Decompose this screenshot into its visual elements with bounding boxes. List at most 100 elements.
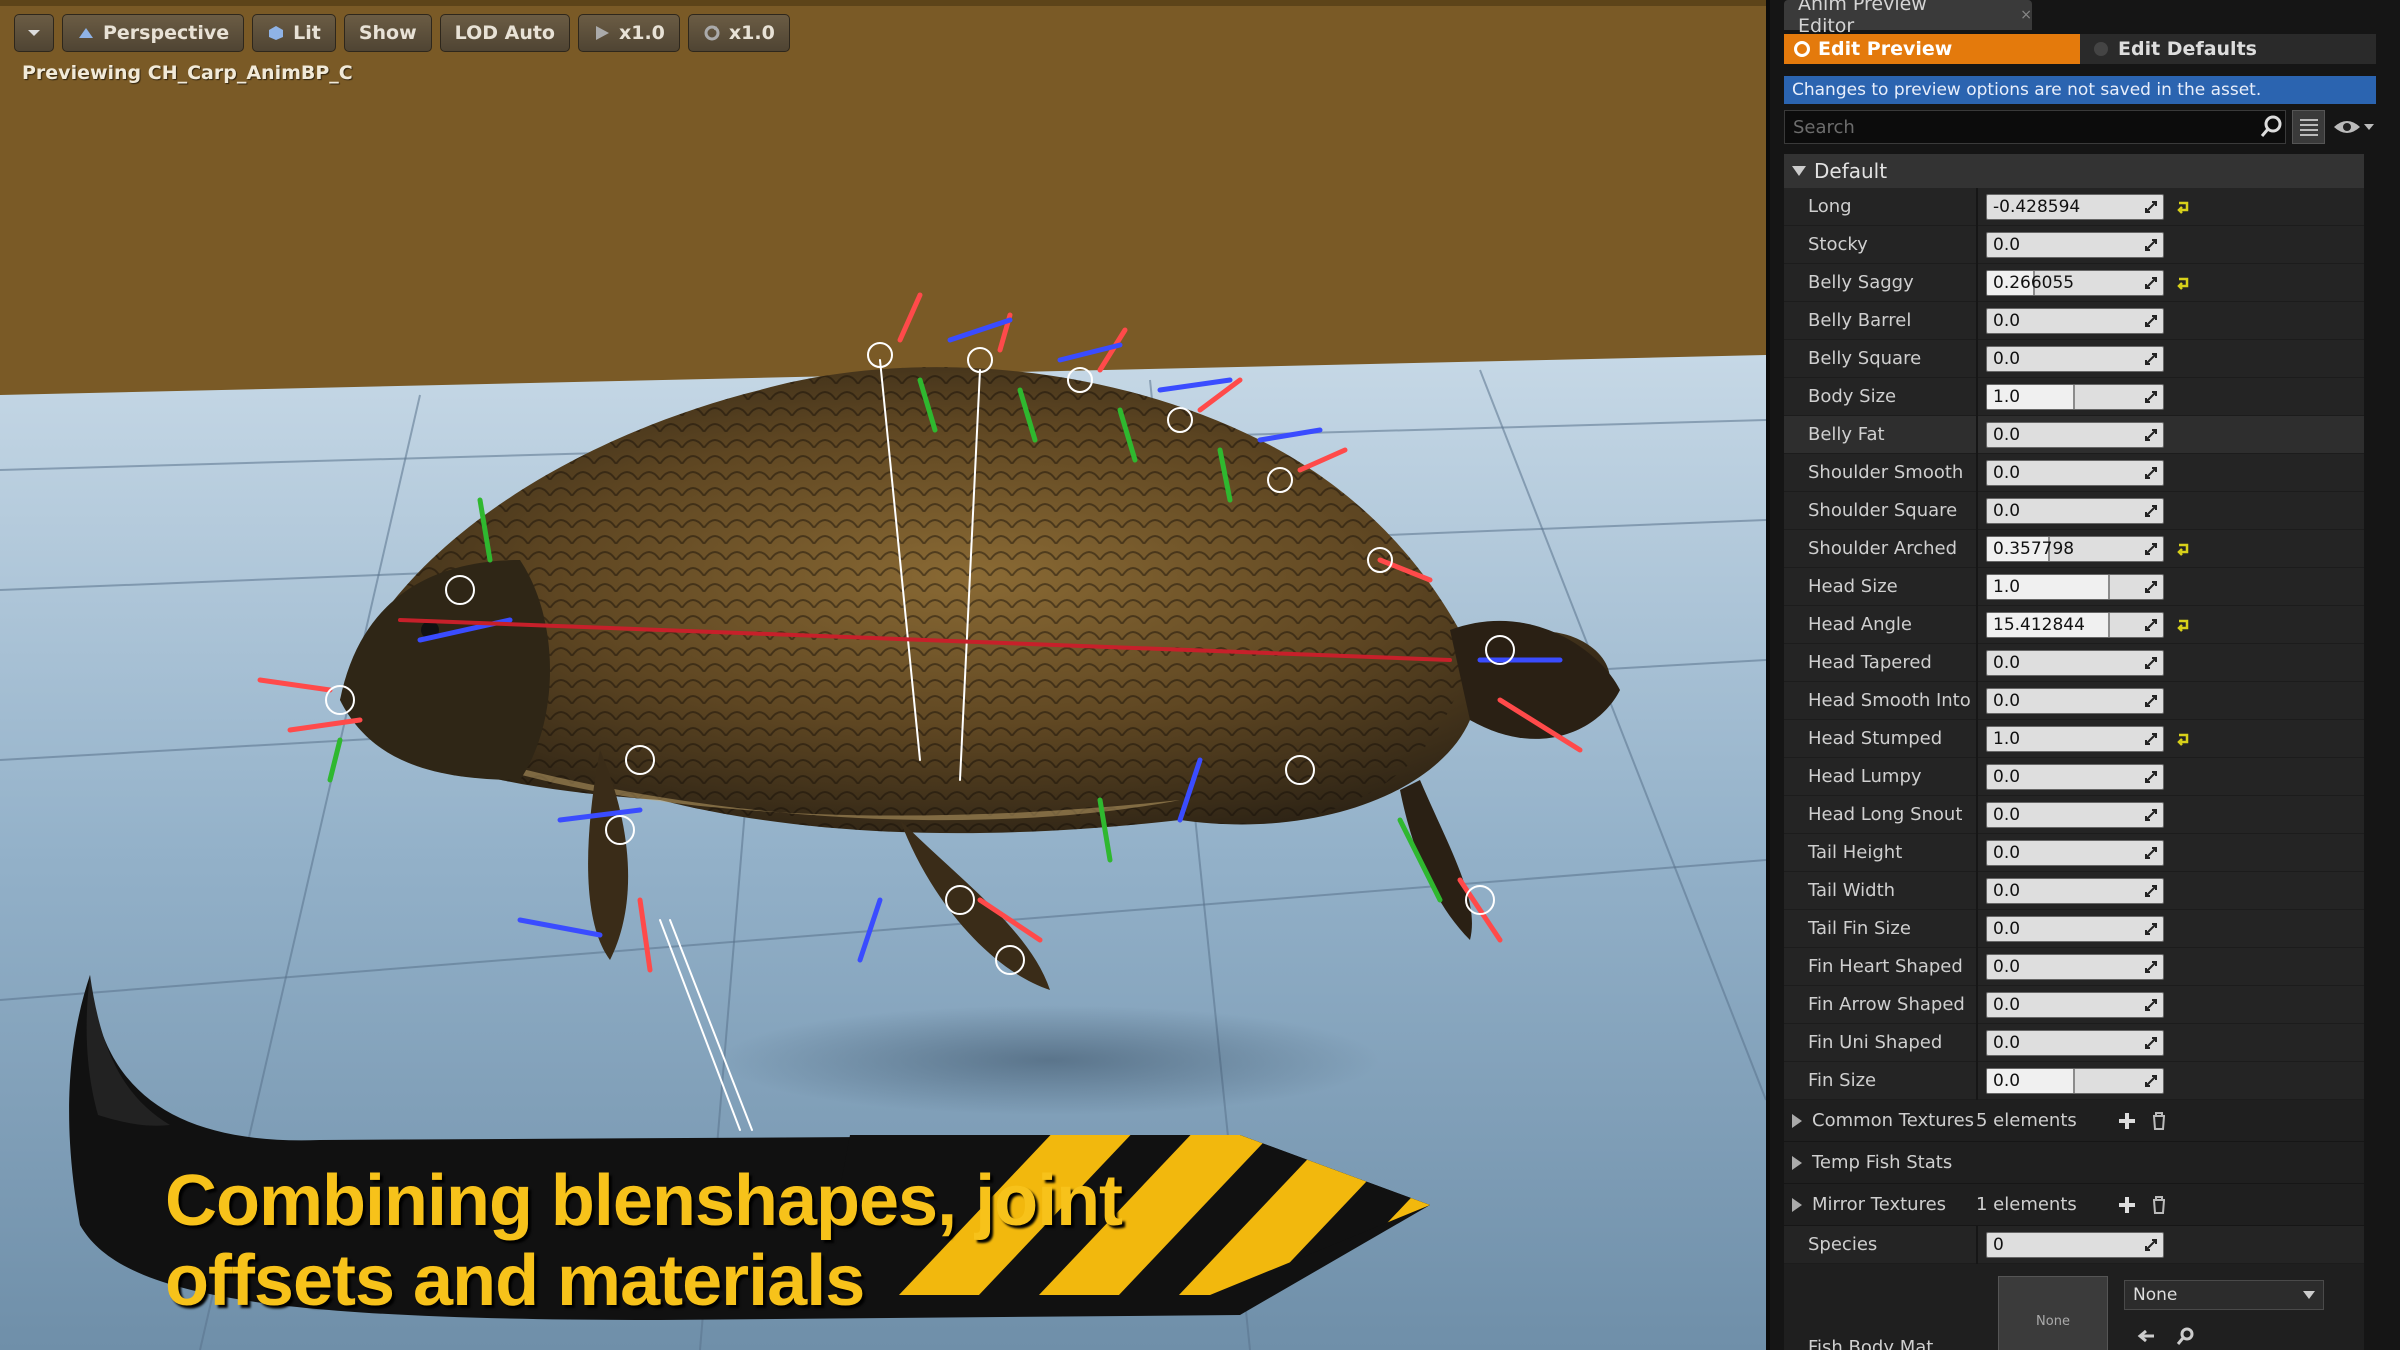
spinner-icon[interactable] bbox=[2143, 769, 2159, 785]
property-value-field[interactable]: 0.0 bbox=[1986, 231, 2164, 258]
spinner-icon[interactable] bbox=[2143, 1035, 2159, 1051]
material-dropdown[interactable]: None bbox=[2124, 1280, 2324, 1310]
column-divider[interactable] bbox=[1976, 757, 1978, 796]
species-field[interactable]: 0 bbox=[1986, 1231, 2164, 1258]
spinner-icon[interactable] bbox=[2143, 579, 2159, 595]
spinner-icon[interactable] bbox=[2143, 1073, 2159, 1089]
property-value-field[interactable]: 0.0 bbox=[1986, 497, 2164, 524]
property-value-field[interactable]: 0.0 bbox=[1986, 915, 2164, 942]
spinner-icon[interactable] bbox=[2143, 541, 2159, 557]
property-value-field[interactable]: 0.0 bbox=[1986, 687, 2164, 714]
reset-to-default-icon[interactable] bbox=[2176, 618, 2190, 632]
column-divider[interactable] bbox=[1976, 643, 1978, 682]
column-divider[interactable] bbox=[1976, 187, 1978, 226]
spinner-icon[interactable] bbox=[2143, 807, 2159, 823]
property-matrix-button[interactable] bbox=[2292, 110, 2326, 144]
column-divider[interactable] bbox=[1976, 415, 1978, 454]
property-value-field[interactable]: 0.0 bbox=[1986, 877, 2164, 904]
group-header[interactable]: Mirror Textures bbox=[1784, 1194, 1976, 1215]
spinner-icon[interactable] bbox=[2143, 427, 2159, 443]
turn-rate-button[interactable]: x1.0 bbox=[687, 14, 790, 52]
column-divider[interactable] bbox=[1976, 491, 1978, 530]
property-value-field[interactable]: 1.0 bbox=[1986, 383, 2164, 410]
section-default-header[interactable]: Default bbox=[1784, 154, 2364, 188]
column-divider[interactable] bbox=[1976, 795, 1978, 834]
spinner-icon[interactable] bbox=[2143, 959, 2159, 975]
spinner-icon[interactable] bbox=[2143, 693, 2159, 709]
spinner-icon[interactable] bbox=[2143, 617, 2159, 633]
property-value-field[interactable]: 1.0 bbox=[1986, 725, 2164, 752]
spinner-icon[interactable] bbox=[2143, 997, 2159, 1013]
use-selected-arrow-icon[interactable] bbox=[2136, 1326, 2156, 1346]
viewport[interactable]: Perspective Lit Show LOD Auto x1.0 x1.0 … bbox=[0, 0, 1766, 1350]
column-divider[interactable] bbox=[1976, 719, 1978, 758]
property-value-field[interactable]: 0.0 bbox=[1986, 1067, 2164, 1094]
spinner-icon[interactable] bbox=[2143, 313, 2159, 329]
group-header[interactable]: Temp Fish Stats bbox=[1784, 1152, 1976, 1173]
reset-to-default-icon[interactable] bbox=[2176, 276, 2190, 290]
property-value-field[interactable]: 0.0 bbox=[1986, 991, 2164, 1018]
column-divider[interactable] bbox=[1976, 1023, 1978, 1062]
array-group-row[interactable]: Common Textures 5 elements bbox=[1784, 1100, 2364, 1142]
column-divider[interactable] bbox=[1976, 985, 1978, 1024]
property-value-field[interactable]: 15.412844 bbox=[1986, 611, 2164, 638]
column-divider[interactable] bbox=[1976, 909, 1978, 948]
show-button[interactable]: Show bbox=[343, 14, 432, 52]
column-divider[interactable] bbox=[1976, 947, 1978, 986]
property-value-field[interactable]: 0.0 bbox=[1986, 421, 2164, 448]
trash-icon[interactable] bbox=[2148, 1110, 2170, 1132]
play-rate-button[interactable]: x1.0 bbox=[577, 14, 680, 52]
property-value-field[interactable]: 0.0 bbox=[1986, 1029, 2164, 1056]
lod-button[interactable]: LOD Auto bbox=[439, 14, 570, 52]
property-value-field[interactable]: 0.266055 bbox=[1986, 269, 2164, 296]
trash-icon[interactable] bbox=[2148, 1194, 2170, 1216]
property-value-field[interactable]: 0.0 bbox=[1986, 307, 2164, 334]
lit-button[interactable]: Lit bbox=[252, 14, 336, 52]
reset-to-default-icon[interactable] bbox=[2176, 732, 2190, 746]
property-value-field[interactable]: 0.0 bbox=[1986, 345, 2164, 372]
property-value-field[interactable]: 0.0 bbox=[1986, 649, 2164, 676]
property-value-field[interactable]: 0.357798 bbox=[1986, 535, 2164, 562]
add-element-icon[interactable] bbox=[2116, 1194, 2138, 1216]
property-value-field[interactable]: -0.428594 bbox=[1986, 193, 2164, 220]
reset-to-default-icon[interactable] bbox=[2176, 542, 2190, 556]
spinner-icon[interactable] bbox=[2143, 199, 2159, 215]
add-element-icon[interactable] bbox=[2116, 1110, 2138, 1132]
material-thumbnail[interactable]: None bbox=[1998, 1276, 2108, 1350]
search-input[interactable]: Search bbox=[1784, 110, 2287, 144]
spinner-icon[interactable] bbox=[2143, 883, 2159, 899]
spinner-icon[interactable] bbox=[2143, 275, 2159, 291]
column-divider[interactable] bbox=[1976, 567, 1978, 606]
spinner-icon[interactable] bbox=[2143, 845, 2159, 861]
perspective-button[interactable]: Perspective bbox=[62, 14, 245, 52]
spinner-icon[interactable] bbox=[2143, 921, 2159, 937]
array-group-row[interactable]: Mirror Textures 1 elements bbox=[1784, 1184, 2364, 1226]
column-divider[interactable] bbox=[1976, 1061, 1978, 1100]
spinner-icon[interactable] bbox=[2143, 731, 2159, 747]
tab-anim-preview-editor[interactable]: Anim Preview Editor × bbox=[1784, 0, 2032, 37]
array-group-row[interactable]: Temp Fish Stats bbox=[1784, 1142, 2364, 1184]
column-divider[interactable] bbox=[1976, 529, 1978, 568]
property-value-field[interactable]: 0.0 bbox=[1986, 763, 2164, 790]
column-divider[interactable] bbox=[1976, 681, 1978, 720]
column-divider[interactable] bbox=[1976, 225, 1978, 264]
property-value-field[interactable]: 0.0 bbox=[1986, 801, 2164, 828]
spinner-icon[interactable] bbox=[2143, 351, 2159, 367]
spinner-icon[interactable] bbox=[2143, 389, 2159, 405]
group-header[interactable]: Common Textures bbox=[1784, 1110, 1976, 1131]
column-divider[interactable] bbox=[1976, 605, 1978, 644]
spinner-icon[interactable] bbox=[2143, 465, 2159, 481]
spinner-icon[interactable] bbox=[2143, 1237, 2159, 1253]
property-value-field[interactable]: 1.0 bbox=[1986, 573, 2164, 600]
property-value-field[interactable]: 0.0 bbox=[1986, 953, 2164, 980]
browse-search-icon[interactable] bbox=[2176, 1326, 2196, 1346]
close-icon[interactable]: × bbox=[2020, 7, 2032, 23]
edit-defaults-button[interactable]: Edit Defaults bbox=[2080, 34, 2376, 64]
viewport-menu-button[interactable] bbox=[14, 14, 54, 52]
spinner-icon[interactable] bbox=[2143, 503, 2159, 519]
property-value-field[interactable]: 0.0 bbox=[1986, 459, 2164, 486]
reset-to-default-icon[interactable] bbox=[2176, 200, 2190, 214]
column-divider[interactable] bbox=[1976, 833, 1978, 872]
view-options-button[interactable] bbox=[2331, 110, 2376, 144]
column-divider[interactable] bbox=[1976, 263, 1978, 302]
